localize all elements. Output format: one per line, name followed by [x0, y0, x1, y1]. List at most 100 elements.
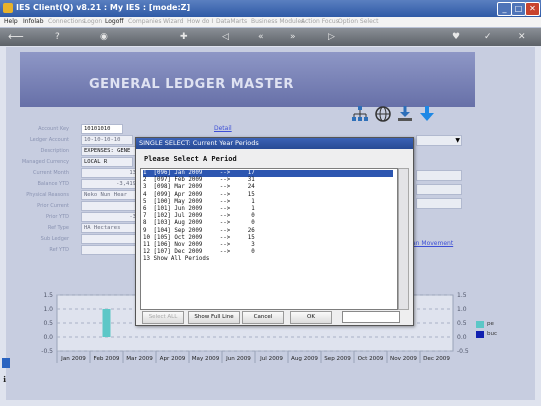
confirm-icon[interactable]: ✓	[484, 31, 492, 43]
info-icon[interactable]: ℹ	[3, 375, 6, 384]
right-field-3[interactable]	[416, 198, 462, 209]
delete-icon[interactable]: ♥	[452, 31, 460, 43]
right-dropdown[interactable]: ▼	[416, 135, 462, 146]
period-row[interactable]: 7 [102] Jul 2009 --> 0	[143, 213, 393, 220]
period-row[interactable]: 5 [100] May 2009 --> 1	[143, 199, 393, 206]
prior-current-field[interactable]	[81, 201, 137, 211]
show-full-line-button[interactable]: Show Full Line	[188, 311, 240, 324]
dialog-title: SINGLE SELECT: Current Year Periods	[136, 138, 413, 149]
period-row[interactable]: 11 [106] Nov 2009 --> 3	[143, 242, 393, 249]
sub-ledger-field[interactable]	[81, 234, 137, 244]
period-row[interactable]: 6 [101] Jun 2009 --> 1	[143, 206, 393, 213]
last-icon[interactable]: »	[290, 31, 296, 43]
y-tick-label: 0.0	[43, 334, 53, 341]
right-field-2[interactable]	[416, 184, 462, 195]
account-key-field[interactable]: 10101010	[81, 124, 123, 134]
record-icon[interactable]: ◉	[100, 31, 108, 43]
first-icon[interactable]: «	[258, 31, 264, 43]
x-tick-label: Nov 2009	[390, 356, 417, 362]
x-tick-label: Jun 2009	[225, 356, 251, 362]
menu-action-focus[interactable]: Action Focus	[301, 17, 339, 27]
show-all-periods-row[interactable]: 13 Show All Periods	[143, 256, 393, 263]
ref-type-field[interactable]: HA Hectares	[81, 223, 137, 233]
help-icon[interactable]: ?	[55, 31, 60, 43]
period-row[interactable]: 9 [104] Sep 2009 --> 26	[143, 228, 393, 235]
legend-label-pe: pe	[487, 321, 494, 327]
label-account-key: Account Key	[38, 126, 69, 132]
period-list[interactable]: 1 [096] Jan 2009 --> 17 2 [097] Feb 2009…	[140, 168, 398, 310]
menu-option-select[interactable]: Option Select	[338, 17, 378, 27]
ref-ytd-field[interactable]	[81, 245, 137, 255]
movement-link[interactable]: an Movement	[412, 240, 453, 247]
maximize-button[interactable]: □	[511, 2, 526, 16]
menu-how-do-i[interactable]: How do I	[187, 17, 213, 27]
ledger-account-field[interactable]: 10-10-10-10	[81, 135, 133, 145]
period-row[interactable]: 2 [097] Feb 2009 --> 31	[143, 177, 393, 184]
dialog-prompt: Please Select A Period	[144, 155, 237, 163]
menu-logon[interactable]: Logon	[84, 17, 102, 27]
back-arrow-icon[interactable]: ⟵	[8, 31, 24, 43]
prior-ytd-field[interactable]: -3	[81, 212, 139, 222]
app-icon	[3, 3, 13, 13]
y-tick-label: 1.5	[43, 292, 53, 299]
managed-currency-field[interactable]: LOCAL R	[81, 157, 133, 167]
ok-button[interactable]: OK	[290, 311, 332, 324]
org-chart-icon[interactable]	[351, 105, 369, 123]
y-tick-label-right: 1.0	[457, 306, 467, 313]
prev-icon[interactable]: ◁	[222, 31, 229, 43]
menu-connections[interactable]: Connections	[48, 17, 85, 27]
y-tick-label-right: 0.0	[457, 334, 467, 341]
list-scrollbar[interactable]	[398, 168, 409, 310]
legend-label-buc: buc	[487, 331, 498, 337]
toolbar-close-icon[interactable]: ✕	[518, 31, 526, 43]
label-balance-ytd: Balance YTD	[37, 181, 70, 187]
window-title: IES Client(Q) v8.21 : My IES : [mode:Z]	[16, 3, 191, 12]
toolbar: ⟵ ? ◉ ✚ ◁ « » ▷ ♥ ✓ ✕	[0, 28, 541, 46]
x-tick-label: Feb 2009	[94, 356, 120, 362]
y-tick-label-right: 0.5	[457, 320, 467, 327]
menu-bar: Help Infolab Connections Logon Logoff Co…	[0, 17, 541, 28]
close-button[interactable]: ✕	[525, 2, 540, 16]
period-row[interactable]: 1 [096] Jan 2009 --> 17	[143, 170, 393, 178]
select-all-button[interactable]: Select ALL	[142, 311, 184, 324]
new-icon[interactable]: ✚	[180, 31, 188, 43]
menu-companies[interactable]: Companies	[128, 17, 161, 27]
current-month-field[interactable]: 13	[81, 168, 139, 178]
menu-wizard[interactable]: Wizard	[163, 17, 183, 27]
arrow-down-icon[interactable]	[418, 105, 436, 123]
x-tick-label: Jul 2009	[259, 356, 283, 362]
label-ref-type: Ref Type	[47, 225, 69, 231]
next-icon[interactable]: ▷	[328, 31, 335, 43]
period-row[interactable]: 10 [105] Oct 2009 --> 15	[143, 235, 393, 242]
dialog-input[interactable]	[342, 311, 400, 323]
globe-icon[interactable]	[374, 105, 392, 123]
y-tick-label: 1.0	[43, 306, 53, 313]
period-row[interactable]: 12 [107] Dec 2009 --> 0	[143, 249, 393, 256]
period-row[interactable]: 3 [098] Mar 2009 --> 24	[143, 184, 393, 191]
minimize-button[interactable]: _	[497, 2, 512, 16]
menu-business-modules[interactable]: Business Modules	[251, 17, 304, 27]
side-indicator-icon	[2, 358, 10, 368]
download-icon[interactable]	[396, 105, 414, 123]
balance-ytd-field[interactable]: -3,419	[81, 179, 139, 189]
x-tick-label: Sep 2009	[324, 356, 351, 362]
y-tick-label: -0.5	[41, 348, 53, 355]
x-tick-label: Dec 2009	[423, 356, 450, 362]
label-ref-ytd: Ref YTD	[49, 247, 69, 253]
cancel-button[interactable]: Cancel	[242, 311, 284, 324]
x-tick-label: May 2009	[192, 356, 220, 362]
period-row[interactable]: 8 [103] Aug 2009 --> 0	[143, 220, 393, 227]
label-current-month: Current Month	[32, 170, 69, 176]
x-tick-label: Oct 2009	[358, 356, 384, 362]
detail-link[interactable]: Detail	[214, 125, 232, 132]
menu-infolab[interactable]: Infolab	[23, 17, 44, 27]
label-physical-reasons: Physical Reasons	[26, 192, 69, 198]
right-field-1[interactable]	[416, 170, 462, 181]
menu-datamarts[interactable]: DataMarts	[216, 17, 247, 27]
title-bar: IES Client(Q) v8.21 : My IES : [mode:Z] …	[0, 0, 541, 17]
period-row[interactable]: 4 [099] Apr 2009 --> 15	[143, 192, 393, 199]
menu-logoff[interactable]: Logoff	[105, 17, 124, 27]
y-tick-label: 0.5	[43, 320, 53, 327]
menu-help[interactable]: Help	[4, 17, 18, 27]
physical-reasons-field[interactable]: Neko Nun Hear	[81, 190, 143, 200]
